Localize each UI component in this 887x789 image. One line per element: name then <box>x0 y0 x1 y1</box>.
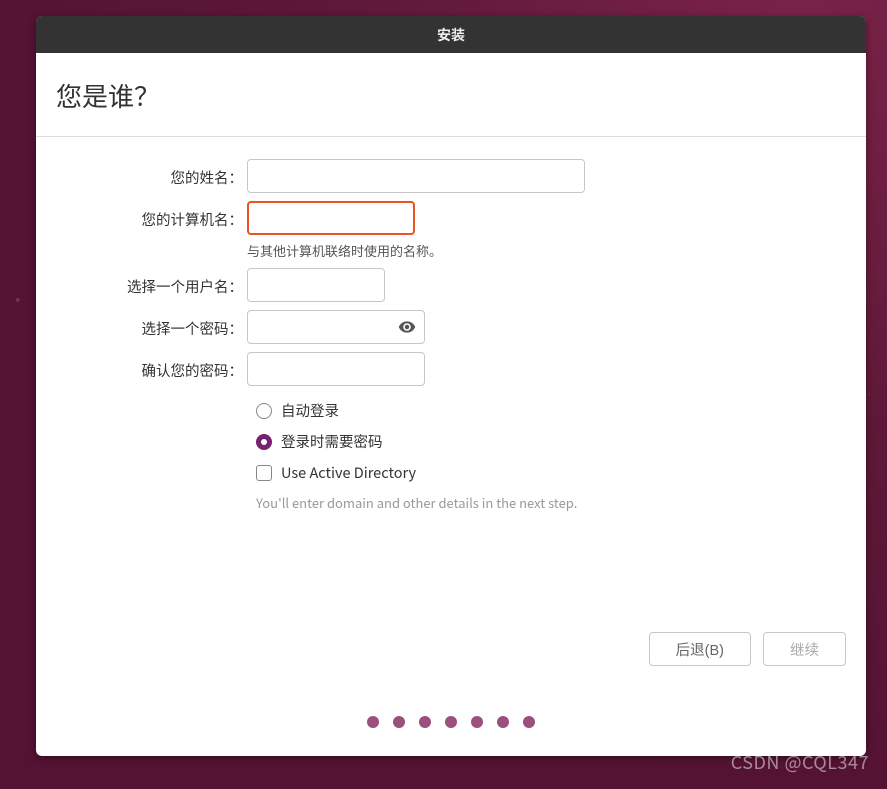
progress-dot <box>419 716 431 728</box>
active-directory-option[interactable]: Use Active Directory <box>256 462 846 483</box>
require-password-option[interactable]: 登录时需要密码 <box>256 431 846 452</box>
computer-name-input[interactable] <box>247 201 415 235</box>
back-button[interactable]: 后退(B) <box>649 632 751 666</box>
titlebar: 安装 <box>36 16 866 53</box>
progress-dot <box>393 716 405 728</box>
continue-button[interactable]: 继续 <box>763 632 846 666</box>
radio-icon <box>256 434 272 450</box>
progress-dot <box>523 716 535 728</box>
auto-login-label: 自动登录 <box>281 400 339 421</box>
installer-window: 安装 您是谁？ 您的姓名： 您的计算机名： 与其他计算机联络时使用的名称。 选择… <box>36 16 866 756</box>
progress-dot <box>367 716 379 728</box>
progress-dot <box>471 716 483 728</box>
progress-dots <box>367 716 535 728</box>
auto-login-option[interactable]: 自动登录 <box>256 400 846 421</box>
require-password-label: 登录时需要密码 <box>281 431 383 452</box>
divider <box>36 136 866 137</box>
name-label: 您的姓名： <box>56 159 247 188</box>
checkbox-icon <box>256 465 272 481</box>
window-title: 安装 <box>437 25 465 45</box>
eye-icon <box>398 318 416 336</box>
progress-dot <box>445 716 457 728</box>
page-heading: 您是谁？ <box>56 77 846 114</box>
user-form: 您的姓名： 您的计算机名： 与其他计算机联络时使用的名称。 选择一个用户名： <box>56 159 846 512</box>
username-label: 选择一个用户名： <box>56 268 247 297</box>
password-label: 选择一个密码： <box>56 310 247 339</box>
confirm-password-input[interactable] <box>247 352 425 386</box>
active-directory-hint: You'll enter domain and other details in… <box>256 493 846 512</box>
toggle-password-visibility[interactable] <box>395 315 419 339</box>
name-input[interactable] <box>247 159 585 193</box>
confirm-label: 确认您的密码： <box>56 352 247 381</box>
active-directory-label: Use Active Directory <box>281 462 416 483</box>
computer-label: 您的计算机名： <box>56 201 247 230</box>
radio-icon <box>256 403 272 419</box>
progress-dot <box>497 716 509 728</box>
computer-hint: 与其他计算机联络时使用的名称。 <box>247 241 846 260</box>
watermark: CSDN @CQL347 <box>731 749 869 775</box>
username-input[interactable] <box>247 268 385 302</box>
